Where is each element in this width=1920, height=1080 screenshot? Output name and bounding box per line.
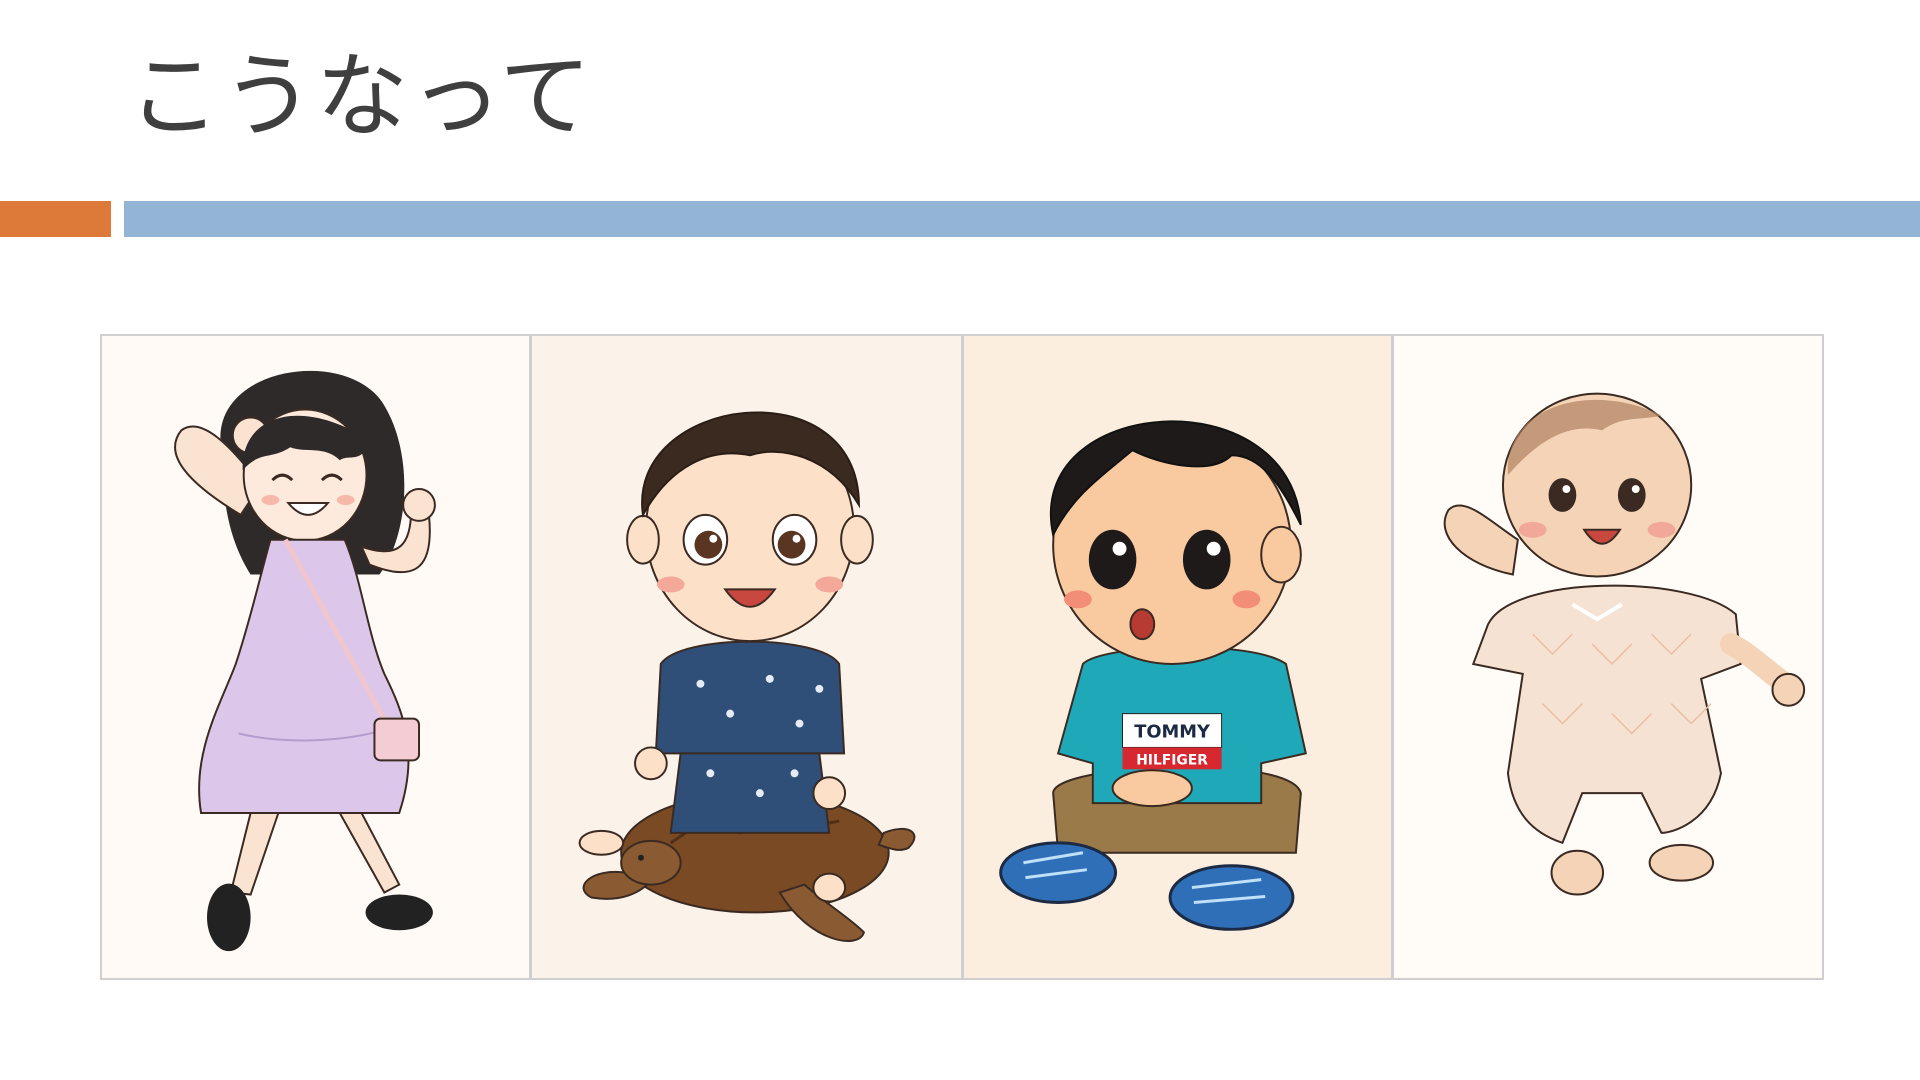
baby-lying-illustration [1392,334,1824,980]
accent-bar-blue [124,201,1920,237]
shirt-logo-line2: HILFIGER [1136,752,1208,768]
slide-title: こうなって [128,43,594,150]
accent-bar-orange [0,201,111,237]
girl-peace-sign-illustration [100,334,531,980]
shirt-logo-line1: TOMMY [1134,721,1211,742]
boy-on-sea-turtle-illustration [530,334,963,980]
toddler-sitting-illustration: TOMMY HILFIGER [962,334,1393,980]
